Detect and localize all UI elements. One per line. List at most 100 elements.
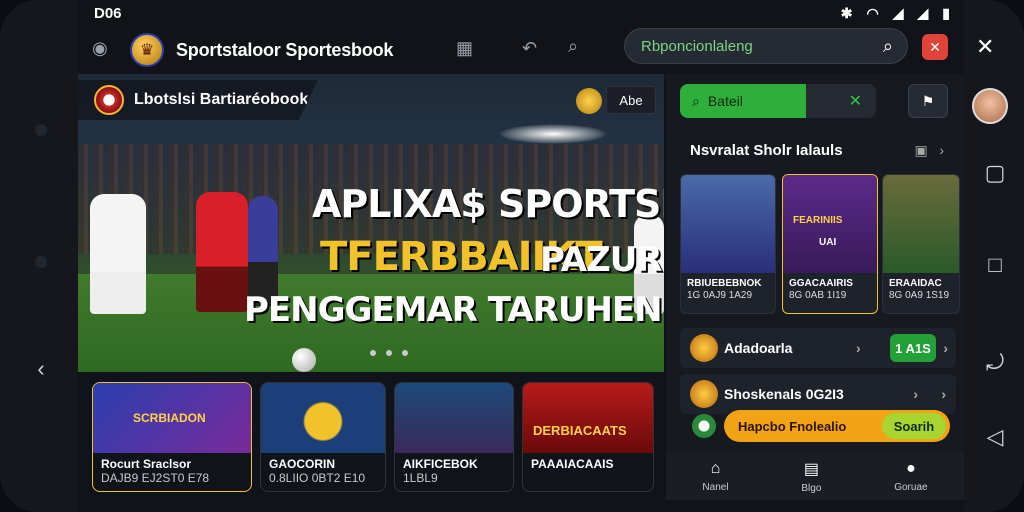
headline-line-4: PENGGEMAR TARUHEN bbox=[244, 290, 663, 330]
chevron-right-icon: › bbox=[941, 386, 946, 402]
sensor-dot bbox=[35, 124, 47, 136]
game-card-subtitle: DAJB9 EJ2ST0 E78 bbox=[101, 471, 210, 485]
section-title: Nsvralat Sholr Ialauls bbox=[690, 142, 843, 159]
hero-small-button[interactable]: Abe bbox=[606, 86, 656, 114]
top-bar: ◉ ♛ Sportstaloor Sportesbook ▦ ↶ ⌕ Rbpon… bbox=[78, 26, 994, 74]
list-item[interactable]: Shoskenals 0G2I3 › › bbox=[680, 374, 956, 414]
game-card[interactable]: AIKFICEBOK 1LBL9 bbox=[394, 382, 514, 492]
game-card[interactable]: DERBIACAATS PAAAIACAAIS bbox=[522, 382, 654, 492]
player-red bbox=[196, 192, 248, 312]
trophy-icon bbox=[690, 334, 718, 362]
game-card-caption: PAAAIACAAIS bbox=[531, 457, 613, 471]
user-avatar[interactable] bbox=[972, 88, 1008, 124]
club-crest-icon bbox=[94, 85, 124, 115]
notification-button[interactable]: ✕ bbox=[922, 34, 948, 60]
football bbox=[292, 348, 316, 372]
game-card-title: Rocurt Sraclsor bbox=[101, 457, 192, 471]
flag-button[interactable]: ⚑ bbox=[908, 84, 948, 118]
mini-card-sub: 8G 0AB 1I19 bbox=[789, 290, 847, 301]
bottom-nav: ⌂ Nanel ▤ Blgo ● Goruae bbox=[666, 452, 964, 500]
mini-card-badge: UAI bbox=[819, 237, 837, 248]
coin-icon[interactable] bbox=[576, 88, 602, 114]
clear-icon[interactable]: ✕ bbox=[849, 91, 862, 111]
game-card[interactable]: GAOCORIN 0.8LIIO 0BT2 E10 bbox=[260, 382, 386, 492]
mini-card-label: GGACAAIRIS bbox=[789, 278, 853, 289]
hero-banner[interactable]: Lbotslsi Bartiaréobook Abe APLIXA$ SPORT… bbox=[78, 74, 664, 372]
headline-line-1: APLIXA$ SPORTSBOOK bbox=[312, 182, 664, 226]
brand-title: Sportstaloor Sportesbook bbox=[176, 39, 394, 60]
chart-icon: ▤ bbox=[803, 460, 819, 478]
promo-bar[interactable]: Hapcbo Fnolealio Soarih bbox=[724, 410, 950, 442]
header-search-input[interactable]: Rbponcionlaleng ⌕ bbox=[624, 28, 908, 64]
game-card-caption: AIKFICEBOK 1LBL9 bbox=[403, 457, 478, 485]
game-card-title: AIKFICEBOK bbox=[403, 457, 478, 471]
mini-card-sub: 8G 0A9 1S19 bbox=[889, 290, 950, 301]
mini-card-sub: 1G 0AJ9 1A29 bbox=[687, 290, 753, 301]
link-icon[interactable]: ↶ bbox=[522, 38, 537, 59]
search-icon[interactable]: ⌕ bbox=[883, 36, 893, 57]
section-controls[interactable]: ▣ › bbox=[914, 142, 944, 159]
side-search-value: Bateil bbox=[707, 93, 743, 109]
promo-search-button[interactable]: Soarih bbox=[882, 413, 946, 439]
mini-card[interactable]: ERAAIDAC 8G 0A9 1S19 bbox=[882, 174, 960, 314]
grid-icon[interactable]: ▦ bbox=[456, 38, 473, 59]
status-time: D06 bbox=[94, 4, 122, 22]
search-icon: ⌕ bbox=[692, 92, 700, 109]
odds-pill[interactable]: 1 A1S bbox=[890, 334, 936, 362]
nav-label: Goruae bbox=[894, 481, 928, 493]
mini-card[interactable]: RBIUEBEBNOK 1G 0AJ9 1A29 bbox=[680, 174, 776, 314]
home-square-icon[interactable]: □ bbox=[980, 252, 1010, 278]
headline-line-3: PAZUR bbox=[540, 240, 663, 280]
list-item-label: Adadoarla bbox=[724, 340, 793, 356]
battery-icon: ▮ bbox=[942, 4, 950, 21]
carousel-dots[interactable] bbox=[370, 350, 408, 356]
signal-icon: ◢ bbox=[892, 4, 904, 21]
nav-item-profile[interactable]: ● Goruae bbox=[894, 460, 927, 493]
status-bar: D06 ✱ ◠ ◢ ◢ ▮ bbox=[78, 0, 964, 26]
game-cards-row: SCRBIADON Rocurt Sraclsor DAJB9 EJ2ST0 E… bbox=[78, 372, 664, 500]
recents-icon[interactable]: ▢ bbox=[980, 160, 1010, 186]
bluetooth-icon: ✱ bbox=[840, 4, 853, 21]
list-item[interactable]: Adadoarla › 1 A1S › bbox=[680, 328, 956, 368]
game-card-art: DERBIACAATS bbox=[523, 383, 653, 453]
nav-item-home[interactable]: ⌂ Nanel bbox=[702, 460, 728, 493]
nav-item-stats[interactable]: ▤ Blgo bbox=[801, 459, 821, 494]
mini-card-art-label: FEARINIIS bbox=[793, 215, 843, 226]
nav-label: Nanel bbox=[702, 481, 729, 493]
hero-banner-text: Lbotslsi Bartiaréobook bbox=[134, 91, 309, 108]
game-card-subtitle: 1LBL9 bbox=[403, 471, 438, 485]
header-search-placeholder: Rbponcionlaleng bbox=[641, 37, 753, 55]
mini-card[interactable]: FEARINIIS UAI GGACAAIRIS 8G 0AB 1I19 bbox=[782, 174, 878, 314]
rotate-icon[interactable]: ⤾ bbox=[980, 350, 1010, 376]
mini-card-label: ERAAIDAC bbox=[889, 278, 942, 289]
game-card-caption: Rocurt Sraclsor DAJB9 EJ2ST0 E78 bbox=[101, 457, 209, 485]
back-chevron-icon[interactable]: ‹ bbox=[26, 356, 56, 382]
right-bezel: ▢ □ ⤾ ◁ bbox=[964, 0, 1024, 512]
brand-logo: ♛ bbox=[130, 33, 164, 67]
chevron-right-icon: › bbox=[943, 340, 948, 356]
game-card-art bbox=[395, 383, 513, 453]
signal-icon: ◢ bbox=[917, 4, 929, 21]
game-card-caption: GAOCORIN 0.8LIIO 0BT2 E10 bbox=[269, 457, 365, 485]
game-card-art bbox=[261, 383, 385, 453]
mini-card-art: FEARINIIS UAI bbox=[783, 175, 877, 273]
game-card-title: PAAAIACAAIS bbox=[531, 457, 614, 471]
hero-banner-label: Lbotslsi Bartiaréobook bbox=[78, 80, 318, 120]
wifi-icon: ◠ bbox=[866, 4, 879, 21]
hero-small-button-label: Abe bbox=[619, 92, 643, 108]
side-search-input[interactable]: ⌕ Bateil ✕ bbox=[680, 84, 876, 118]
back-triangle-icon[interactable]: ◁ bbox=[980, 424, 1010, 450]
search-icon[interactable]: ⌕ bbox=[568, 36, 578, 57]
chevron-right-icon: › bbox=[856, 340, 861, 356]
refresh-icon[interactable]: ◉ bbox=[92, 38, 108, 59]
shield-icon bbox=[690, 380, 718, 408]
side-panel: ⌕ Bateil ✕ ⚑ Nsvralat Sholr Ialauls ▣ › … bbox=[666, 74, 964, 500]
nav-label: Blgo bbox=[801, 482, 822, 494]
tools-icon[interactable]: ✕ bbox=[976, 34, 994, 60]
mini-card-label: RBIUEBEBNOK bbox=[687, 278, 762, 289]
device-frame: ‹ ▢ □ ⤾ ◁ D06 ✱ ◠ ◢ ◢ ▮ ◉ ♛ Sportstaloor… bbox=[0, 0, 1024, 512]
mini-card-art bbox=[681, 175, 775, 273]
game-card[interactable]: SCRBIADON Rocurt Sraclsor DAJB9 EJ2ST0 E… bbox=[92, 382, 252, 492]
promo-bar-label: Hapcbo Fnolealio bbox=[738, 418, 847, 434]
club-crest-icon bbox=[692, 414, 716, 438]
